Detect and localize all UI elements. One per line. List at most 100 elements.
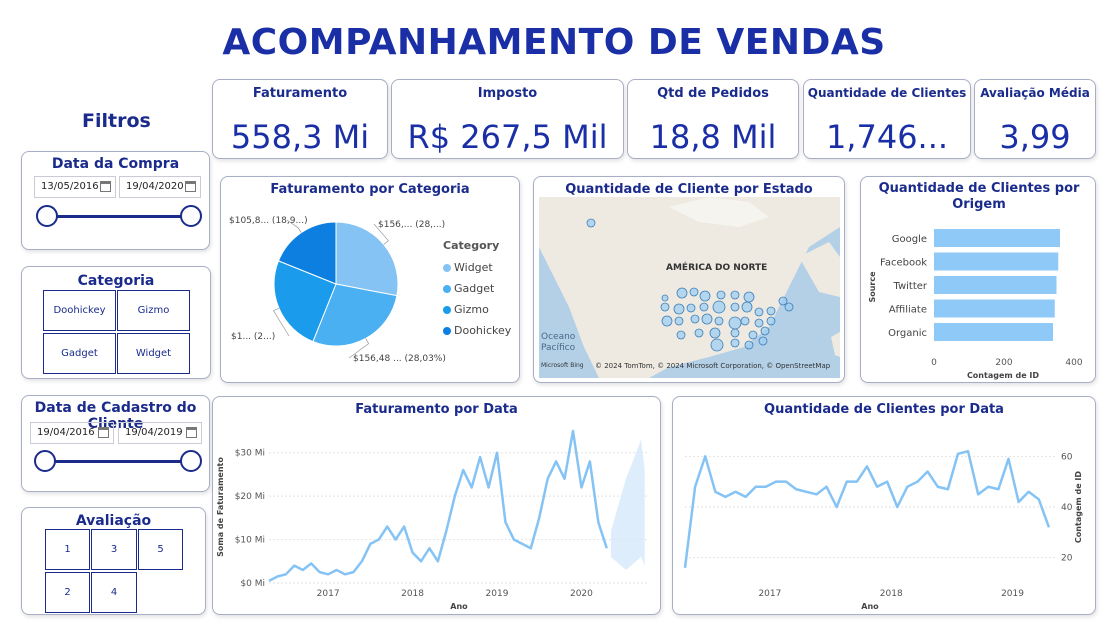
- category-tile-gizmo[interactable]: Gizmo: [117, 290, 190, 331]
- map-bubble[interactable]: [694, 328, 704, 338]
- map-bubble[interactable]: [661, 294, 669, 302]
- map-bubble[interactable]: [699, 302, 709, 312]
- map-bubble[interactable]: [744, 340, 754, 350]
- slider-start-handle[interactable]: [34, 450, 56, 472]
- map-bubble[interactable]: [754, 307, 764, 317]
- map-bubble[interactable]: [686, 303, 696, 313]
- calendar-icon[interactable]: [98, 427, 109, 438]
- series-line[interactable]: [268, 429, 608, 582]
- map-bubble[interactable]: [661, 315, 673, 327]
- map-bubble[interactable]: [676, 330, 686, 340]
- map-bubble[interactable]: [689, 287, 699, 297]
- map-attribution[interactable]: © 2024 TomTom, © 2024 Microsoft Corporat…: [595, 362, 830, 370]
- pie-slice-widget[interactable]: [335, 221, 399, 297]
- pie-chart-card[interactable]: Faturamento por Categoria $156,... (28,.…: [220, 176, 520, 383]
- series-line[interactable]: [683, 450, 1051, 568]
- date-end-input[interactable]: 19/04/2019: [118, 422, 202, 444]
- map-bubble[interactable]: [676, 287, 688, 299]
- bar-chart-card[interactable]: Quantidade de Clientes por Origem Google…: [860, 176, 1096, 383]
- legend-item-gizmo[interactable]: Gizmo: [443, 299, 511, 320]
- map-bubble[interactable]: [690, 314, 700, 324]
- map-bubble[interactable]: [748, 330, 758, 340]
- calendar-icon[interactable]: [100, 181, 111, 192]
- slider-track[interactable]: [44, 460, 192, 463]
- map-bubble[interactable]: [766, 306, 776, 316]
- map-bubble[interactable]: [674, 316, 684, 326]
- rating-tile-3[interactable]: 3: [91, 529, 137, 570]
- legend-item-gadget[interactable]: Gadget: [443, 278, 511, 299]
- map-canvas[interactable]: AMÉRICA DO NORTE Oceano Pacífico Microso…: [539, 197, 840, 378]
- category-tile-widget[interactable]: Widget: [117, 333, 190, 374]
- bar-category-label: Organic: [888, 328, 927, 339]
- bar-google[interactable]: [934, 229, 1060, 247]
- slider-start-handle[interactable]: [36, 205, 58, 227]
- bar-category-label: Twitter: [892, 281, 927, 292]
- map-bubble[interactable]: [778, 296, 788, 306]
- map-card[interactable]: Quantidade de Cliente por Estado AMÉRICA…: [533, 176, 845, 383]
- map-bubble[interactable]: [716, 290, 726, 300]
- slider-track[interactable]: [46, 215, 192, 218]
- bar-facebook[interactable]: [934, 252, 1059, 271]
- map-bubble[interactable]: [714, 316, 724, 326]
- map-bubble[interactable]: [699, 290, 711, 302]
- slider-end-handle[interactable]: [180, 450, 202, 472]
- bar-affiliate[interactable]: [934, 299, 1055, 318]
- legend-item-doohickey[interactable]: Doohickey: [443, 320, 511, 341]
- x-axis-label: Ano: [861, 602, 879, 611]
- bar-twitter[interactable]: [934, 276, 1057, 294]
- kpi-card-avaliacao[interactable]: Avaliação Média 3,99: [974, 79, 1096, 159]
- forecast-band[interactable]: [611, 439, 645, 570]
- rating-tile-4[interactable]: 4: [91, 572, 137, 613]
- category-tile-gadget[interactable]: Gadget: [43, 333, 116, 374]
- kpi-label: Quantidade de Clientes: [807, 86, 967, 100]
- date-start-input[interactable]: 13/05/2016: [34, 176, 116, 198]
- map-bubble[interactable]: [730, 328, 740, 338]
- legend-item-widget[interactable]: Widget: [443, 257, 511, 278]
- map-bubble[interactable]: [709, 327, 721, 339]
- map-bubble[interactable]: [758, 336, 768, 346]
- kpi-value: R$ 267,5 Mil: [407, 118, 608, 156]
- date-start-input[interactable]: 19/04/2016: [30, 422, 114, 444]
- map-bubble[interactable]: [673, 303, 685, 315]
- map-bubble[interactable]: [728, 316, 742, 330]
- kpi-card-clientes[interactable]: Quantidade de Clientes 1,746...: [803, 79, 971, 159]
- bar-organic[interactable]: [934, 323, 1053, 341]
- date-start-value: 13/05/2016: [41, 181, 99, 192]
- rating-tile-1[interactable]: 1: [45, 529, 90, 570]
- line-chart-clientes[interactable]: 20 40 60 2017 2018 2019 Ano Contagem de ID: [673, 397, 1097, 616]
- map-bubble[interactable]: [743, 291, 755, 303]
- line-chart-faturamento[interactable]: $0 Mi $10 Mi $20 Mi $30 Mi 2017 2018 2019 2020 A…: [213, 397, 662, 616]
- map-bubble[interactable]: [740, 316, 750, 326]
- y-axis-label: Source: [868, 271, 877, 303]
- map-bubble[interactable]: [701, 313, 713, 325]
- kpi-card-faturamento[interactable]: Faturamento 558,3 Mi: [212, 79, 388, 159]
- slicer-avaliacao: Avaliação 1 3 5 2 4: [21, 507, 206, 615]
- kpi-card-pedidos[interactable]: Qtd de Pedidos 18,8 Mil: [627, 79, 799, 159]
- map-bubble[interactable]: [730, 338, 740, 348]
- map-bubble[interactable]: [741, 301, 753, 313]
- line-chart-clientes-card[interactable]: Quantidade de Clientes por Data 20 40 60 20…: [672, 396, 1096, 615]
- category-tile-doohickey[interactable]: Doohickey: [43, 290, 116, 331]
- rating-tile-5[interactable]: 5: [138, 529, 183, 570]
- filters-heading: Filtros: [82, 110, 151, 132]
- calendar-icon[interactable]: [186, 427, 197, 438]
- map-bubble[interactable]: [784, 302, 794, 312]
- map-bubble[interactable]: [712, 300, 726, 314]
- bar-chart[interactable]: Google Facebook Twitter Affiliate Organic 0 20…: [861, 177, 1097, 384]
- x-axis-label: Contagem de ID: [967, 371, 1039, 380]
- line-chart-faturamento-card[interactable]: Faturamento por Data $0 Mi $10 Mi $20 Mi $3…: [212, 396, 661, 615]
- calendar-icon[interactable]: [185, 181, 196, 192]
- map-bubble[interactable]: [730, 290, 740, 300]
- map-bubble[interactable]: [730, 302, 740, 312]
- map-bubble[interactable]: [766, 316, 776, 326]
- kpi-card-imposto[interactable]: Imposto R$ 267,5 Mil: [391, 79, 624, 159]
- slider-end-handle[interactable]: [180, 205, 202, 227]
- date-end-input[interactable]: 19/04/2020: [119, 176, 201, 198]
- map-bubble[interactable]: [760, 326, 770, 336]
- rating-tile-2[interactable]: 2: [45, 572, 90, 613]
- map-bubble[interactable]: [586, 218, 596, 228]
- map-bubble[interactable]: [710, 338, 724, 352]
- bing-logo: Microsoft Bing: [541, 362, 584, 369]
- map-bubble[interactable]: [754, 318, 764, 328]
- map-bubble[interactable]: [660, 302, 670, 312]
